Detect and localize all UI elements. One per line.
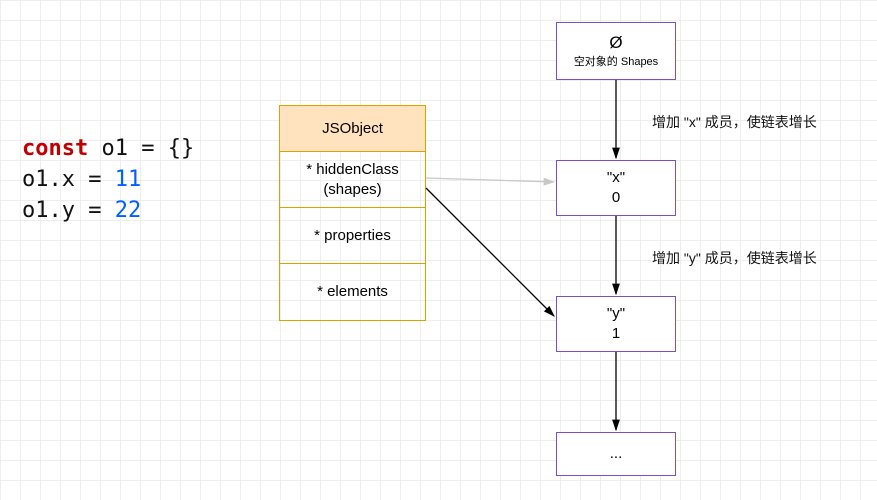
jsobject-properties-row: * properties bbox=[280, 208, 425, 264]
code-line-2-pre: o1.x = bbox=[22, 167, 115, 192]
empty-caption: 空对象的 Shapes bbox=[557, 55, 675, 70]
code-line-3-pre: o1.y = bbox=[22, 198, 115, 223]
jsobject-box: JSObject * hiddenClass (shapes) * proper… bbox=[279, 105, 426, 321]
hiddenclass-line2: (shapes) bbox=[284, 180, 421, 200]
arrow-hiddenclass-to-y bbox=[426, 188, 554, 316]
keyword-const: const bbox=[22, 136, 88, 161]
code-line-1: const o1 = {} bbox=[22, 134, 194, 165]
shape-y: "y" 1 bbox=[556, 296, 676, 352]
shape-y-label: "y" bbox=[557, 304, 675, 324]
shape-x-label: "x" bbox=[557, 168, 675, 188]
code-line-3: o1.y = 22 bbox=[22, 196, 194, 227]
annotation-add-x: 增加 "x" 成员，使链表增长 bbox=[652, 112, 817, 132]
code-line-2: o1.x = 11 bbox=[22, 165, 194, 196]
jsobject-elements-row: * elements bbox=[280, 264, 425, 320]
arrow-hiddenclass-to-x bbox=[426, 178, 554, 182]
code-block: const o1 = {} o1.x = 11 o1.y = 22 bbox=[22, 134, 194, 226]
jsobject-header: JSObject bbox=[280, 106, 425, 152]
jsobject-hiddenclass-row: * hiddenClass (shapes) bbox=[280, 152, 425, 208]
shape-dots-label: ... bbox=[557, 444, 675, 464]
code-line-1-rest: o1 = {} bbox=[88, 136, 194, 161]
shape-x-index: 0 bbox=[557, 188, 675, 208]
annotation-add-y: 增加 "y" 成员，使链表增长 bbox=[652, 248, 817, 268]
number-22: 22 bbox=[115, 198, 142, 223]
shape-empty: Ø 空对象的 Shapes bbox=[556, 22, 676, 80]
shape-dots: ... bbox=[556, 432, 676, 476]
hiddenclass-line1: * hiddenClass bbox=[284, 160, 421, 180]
empty-symbol: Ø bbox=[557, 32, 675, 55]
number-11: 11 bbox=[115, 167, 142, 192]
shape-x: "x" 0 bbox=[556, 160, 676, 216]
shape-y-index: 1 bbox=[557, 324, 675, 344]
